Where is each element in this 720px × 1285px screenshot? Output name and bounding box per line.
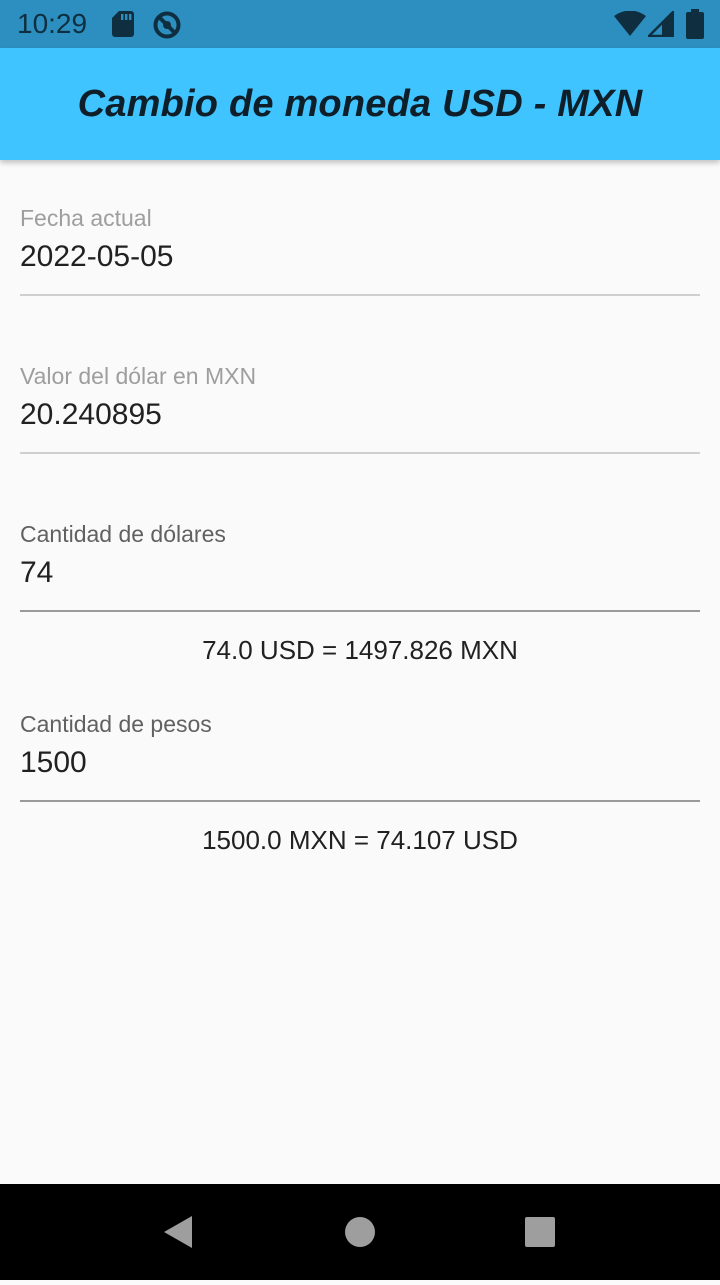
signal-icon xyxy=(647,10,675,42)
recents-icon xyxy=(525,1217,555,1247)
do-not-disturb-icon xyxy=(152,10,182,45)
status-time: 10:29 xyxy=(17,8,88,39)
date-field-label: Fecha actual xyxy=(20,205,152,231)
back-button[interactable] xyxy=(130,1184,226,1280)
status-bar: 10:29 xyxy=(0,0,720,48)
pesos-field-underline xyxy=(20,800,700,802)
pesos-result: 1500.0 MXN = 74.107 USD xyxy=(202,825,518,855)
back-icon xyxy=(164,1216,192,1248)
pesos-field-label: Cantidad de pesos xyxy=(20,711,212,737)
home-icon xyxy=(345,1217,375,1247)
dollars-field-underline xyxy=(20,610,700,612)
date-field-underline xyxy=(20,294,700,296)
home-button[interactable] xyxy=(312,1184,408,1280)
dollars-result: 74.0 USD = 1497.826 MXN xyxy=(202,635,518,665)
rate-field-underline xyxy=(20,452,700,454)
rate-field-value: 20.240895 xyxy=(20,398,162,431)
recents-button[interactable] xyxy=(492,1184,588,1280)
app-title: Cambio de moneda USD - MXN xyxy=(77,83,643,125)
rate-field-label: Valor del dólar en MXN xyxy=(20,363,257,389)
wifi-icon xyxy=(614,10,646,42)
app-bar: Cambio de moneda USD - MXN xyxy=(0,48,720,160)
date-field-value: 2022-05-05 xyxy=(20,240,174,273)
pesos-input[interactable] xyxy=(20,744,700,782)
navigation-bar xyxy=(0,1184,720,1280)
sd-card-icon xyxy=(112,11,134,42)
dollars-field-label: Cantidad de dólares xyxy=(20,521,226,547)
dollars-input[interactable] xyxy=(20,554,700,592)
battery-icon xyxy=(686,9,704,44)
